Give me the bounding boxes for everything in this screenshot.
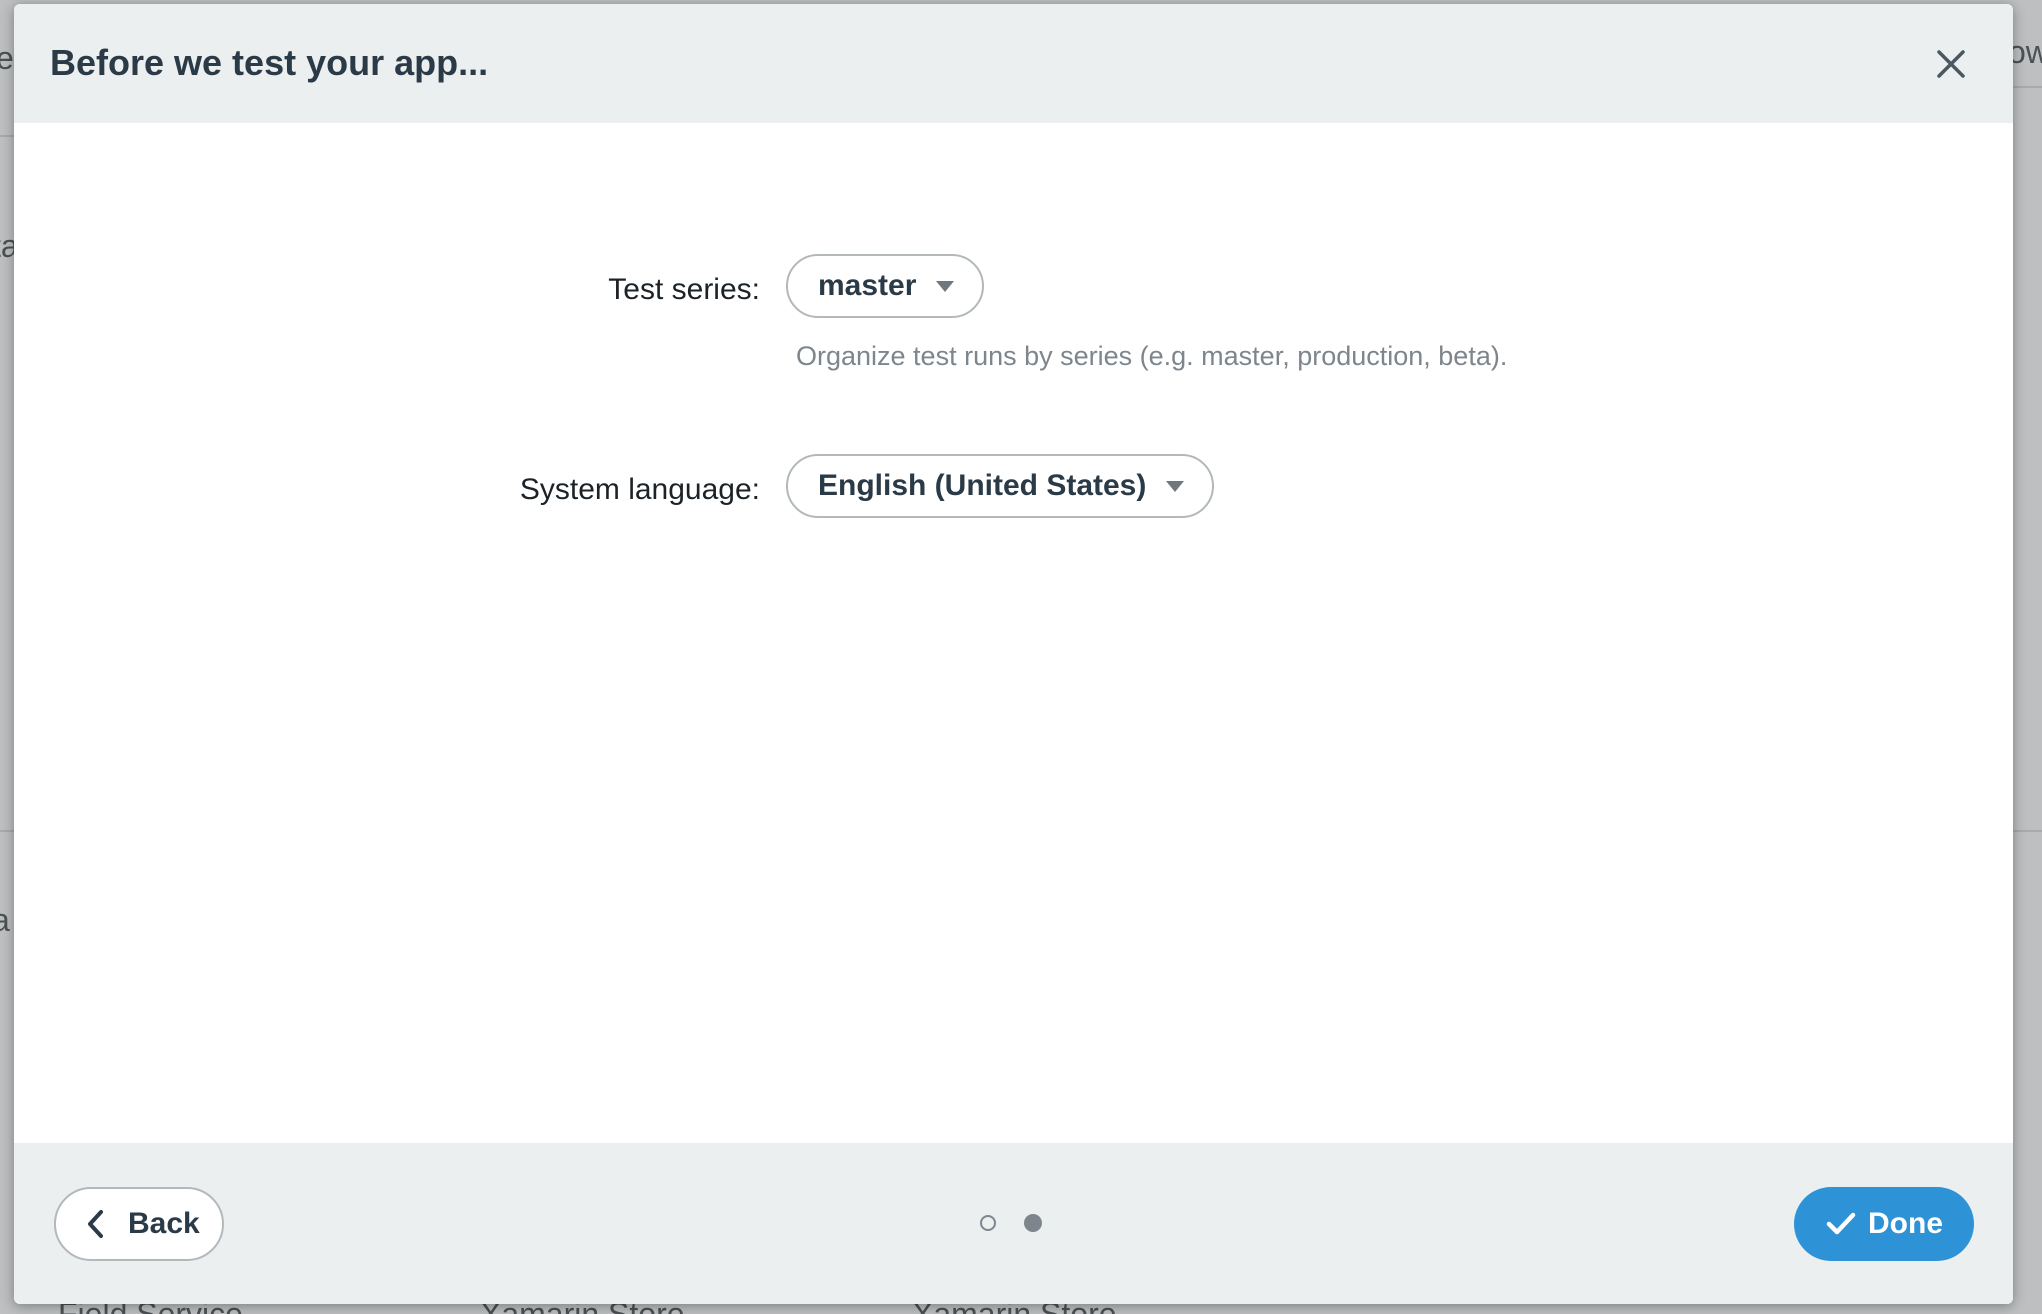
pagination-dot-1[interactable] — [980, 1215, 996, 1231]
done-button-label: Done — [1868, 1207, 1943, 1240]
background-divider — [2013, 86, 2042, 88]
done-button[interactable]: Done — [1794, 1187, 1974, 1261]
test-setup-modal: Before we test your app... Test series: … — [14, 4, 2013, 1304]
system-language-select[interactable]: English (United States) — [786, 454, 1215, 518]
chevron-down-icon — [1166, 480, 1185, 492]
chevron-left-icon — [88, 1210, 103, 1238]
background-divider — [0, 830, 14, 832]
close-button[interactable] — [1933, 46, 1969, 82]
close-icon — [1937, 50, 1965, 78]
background-fragment-top-right: ow — [2008, 34, 2042, 70]
background-fragment-left-2: a — [0, 902, 10, 938]
test-series-label: Test series: — [608, 273, 760, 306]
checkmark-icon — [1826, 1212, 1856, 1235]
background-divider — [2013, 830, 2042, 832]
modal-footer: Back Done — [14, 1143, 2013, 1304]
back-button[interactable]: Back — [54, 1187, 224, 1261]
pagination-dot-2-active[interactable] — [1024, 1214, 1042, 1232]
system-language-value: English (United States) — [818, 469, 1147, 502]
background-divider — [0, 135, 14, 137]
modal-title: Before we test your app... — [50, 42, 489, 83]
chevron-down-icon — [936, 280, 955, 292]
test-series-select[interactable]: master — [786, 254, 985, 318]
test-series-hint: Organize test runs by series (e.g. maste… — [796, 341, 1508, 371]
pagination-dots — [980, 1214, 1042, 1232]
system-language-label: System language: — [519, 473, 760, 506]
background-fragment-top-left: e — [0, 40, 14, 76]
test-series-value: master — [818, 269, 917, 302]
modal-header: Before we test your app... — [14, 4, 2013, 123]
back-button-label: Back — [128, 1207, 200, 1240]
